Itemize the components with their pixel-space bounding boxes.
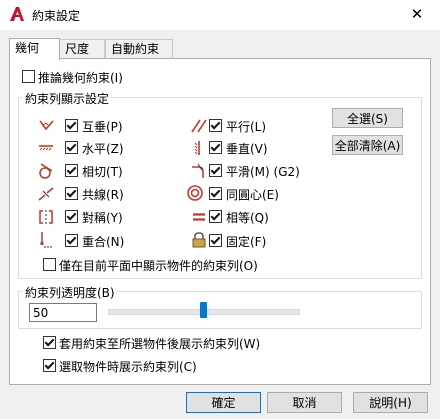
concentric-icon xyxy=(187,185,203,201)
collinear-label: 共線(R) xyxy=(82,188,124,202)
transparency-slider-thumb[interactable] xyxy=(200,302,207,318)
help-button[interactable]: 說明(H) xyxy=(353,392,428,413)
ok-button[interactable]: 確定 xyxy=(186,392,261,413)
transparency-input[interactable]: 50 xyxy=(29,303,97,322)
show-after-apply-label: 套用約束至所選物件後展示約束列(W) xyxy=(59,337,261,351)
smooth-label: 平滑(M) (G2) xyxy=(226,165,300,179)
tab-geometric[interactable]: 幾何 xyxy=(9,38,60,60)
current-plane-only-checkbox[interactable] xyxy=(43,258,56,271)
coincident-checkbox[interactable] xyxy=(65,234,78,247)
collinear-icon xyxy=(38,187,54,201)
fix-label: 固定(F) xyxy=(226,235,267,249)
group-title: 約束列顯示設定 xyxy=(23,90,112,107)
tangent-label: 相切(T) xyxy=(82,165,123,179)
tangent-icon xyxy=(39,163,53,179)
show-on-select-label: 選取物件時展示約束列(C) xyxy=(59,360,197,374)
clear-all-button[interactable]: 全部清除(A) xyxy=(332,135,403,155)
title-bar: 約束設定 ✕ xyxy=(0,0,440,30)
infer-constraints-label: 推論幾何約束(I) xyxy=(38,71,123,85)
fix-lock-icon xyxy=(192,232,206,248)
perpendicular-checkbox[interactable] xyxy=(65,119,78,132)
tab-label: 自動約束 xyxy=(111,42,160,56)
perpendicular-icon xyxy=(39,120,54,131)
coincident-icon xyxy=(40,232,53,248)
parallel-icon xyxy=(191,119,207,133)
show-after-apply-checkbox[interactable] xyxy=(43,336,56,349)
perpendicular-label: 互垂(P) xyxy=(82,120,123,134)
equal-checkbox[interactable] xyxy=(209,210,222,223)
symmetric-icon xyxy=(39,210,53,224)
cancel-button[interactable]: 取消 xyxy=(267,392,342,413)
close-button[interactable]: ✕ xyxy=(405,3,429,25)
parallel-label: 平行(L) xyxy=(226,120,267,134)
smooth-checkbox[interactable] xyxy=(209,164,222,177)
select-all-button[interactable]: 全選(S) xyxy=(332,108,403,128)
infer-constraints-checkbox[interactable] xyxy=(22,70,35,83)
smooth-icon xyxy=(192,163,204,178)
symmetric-checkbox[interactable] xyxy=(65,210,78,223)
tab-dimensional[interactable]: 尺度 xyxy=(59,39,105,59)
tab-label: 尺度 xyxy=(65,42,90,56)
show-on-select-checkbox[interactable] xyxy=(43,359,56,372)
parallel-checkbox[interactable] xyxy=(209,119,222,132)
equal-icon xyxy=(193,213,205,221)
close-icon: ✕ xyxy=(410,5,424,23)
symmetric-label: 對稱(Y) xyxy=(82,211,123,225)
tab-label: 幾何 xyxy=(15,41,40,55)
equal-label: 相等(Q) xyxy=(226,211,269,225)
tangent-checkbox[interactable] xyxy=(65,164,78,177)
transparency-title: 約束列透明度(B) xyxy=(23,284,117,301)
window-title: 約束設定 xyxy=(32,9,81,23)
geometric-tab-panel: 推論幾何約束(I) 約束列顯示設定 互垂(P) 平行(L) 水平(Z) 垂直(V… xyxy=(9,58,431,385)
autocad-logo-icon xyxy=(10,7,24,21)
vertical-checkbox[interactable] xyxy=(209,141,222,154)
vertical-label: 垂直(V) xyxy=(226,142,268,156)
vertical-icon xyxy=(194,141,200,155)
concentric-checkbox[interactable] xyxy=(209,187,222,200)
horizontal-label: 水平(Z) xyxy=(82,142,124,156)
collinear-checkbox[interactable] xyxy=(65,187,78,200)
current-plane-only-label: 僅在目前平面中顯示物件的約束列(O) xyxy=(59,259,258,273)
tab-autoconstrain[interactable]: 自動約束 xyxy=(105,39,173,59)
horizontal-checkbox[interactable] xyxy=(65,141,78,154)
horizontal-icon xyxy=(39,145,53,151)
fix-checkbox[interactable] xyxy=(209,234,222,247)
concentric-label: 同圓心(E) xyxy=(226,188,279,202)
coincident-label: 重合(N) xyxy=(82,235,125,249)
